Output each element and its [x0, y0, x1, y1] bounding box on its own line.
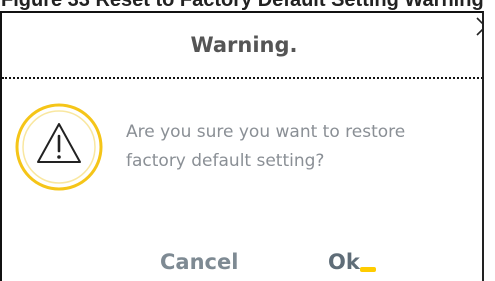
- warning-triangle-icon: [15, 103, 103, 191]
- ok-button[interactable]: Ok: [328, 249, 360, 275]
- warning-dialog: Warning. Are you sure you want to restor…: [0, 11, 484, 281]
- dialog-title: Warning.: [190, 33, 298, 57]
- title-divider: [2, 77, 482, 79]
- ok-button-highlight: [360, 267, 376, 272]
- cancel-button[interactable]: Cancel: [160, 249, 238, 275]
- confirm-message: Are you sure you want to restore factory…: [126, 122, 406, 171]
